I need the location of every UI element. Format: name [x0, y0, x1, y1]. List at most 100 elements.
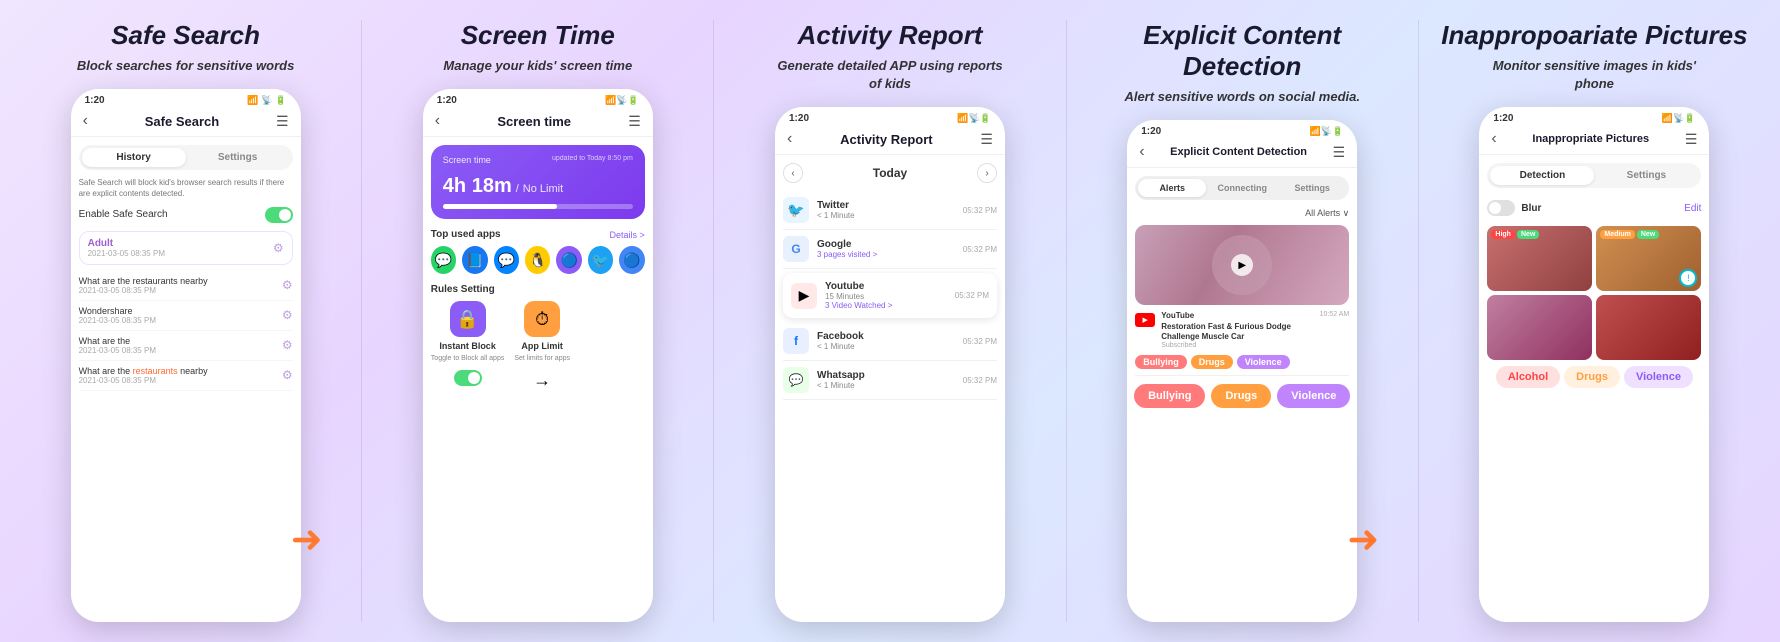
search-item-text: What are the restaurants nearby	[79, 366, 208, 376]
back-button[interactable]: ‹	[435, 112, 440, 130]
tag-violence: Violence	[1237, 355, 1290, 369]
screen-time-desc: Manage your kids' screen time	[443, 57, 632, 75]
back-button[interactable]: ‹	[83, 112, 88, 130]
whatsapp-icon: 💬	[431, 246, 456, 274]
twitter-app-icon: 🐦	[783, 197, 809, 223]
gear-icon[interactable]: ⚙	[273, 241, 284, 255]
rule-name: App Limit	[521, 341, 563, 351]
app-limit-rule: ⏱ App Limit Set limits for apps →	[514, 301, 570, 391]
yt-channel: YouTube	[1161, 311, 1313, 321]
highlight-text: Adult	[88, 238, 165, 249]
status-bar: 1:20 📶 📡 🔋	[71, 89, 301, 108]
safe-search-desc: Block searches for sensitive words	[77, 57, 294, 75]
tab-settings[interactable]: Settings	[1594, 166, 1698, 185]
section-explicit-content: Explicit Content Detection Alert sensiti…	[1067, 20, 1419, 622]
phone-header: ‹ Safe Search ☰	[71, 108, 301, 137]
menu-icon[interactable]: ☰	[1685, 131, 1698, 148]
section-inappropriate-pictures: Inappropoariate Pictures Monitor sensiti…	[1419, 20, 1770, 622]
search-item-text: What are the restaurants nearby	[79, 276, 208, 286]
play-button[interactable]: ▶	[1231, 254, 1253, 276]
activity-report-title: Activity Report	[798, 20, 983, 51]
details-link[interactable]: Details >	[610, 230, 645, 240]
activity-report-desc: Generate detailed APP using reports of k…	[770, 57, 1010, 93]
search-item-time: 2021-03-05 08:35 PM	[79, 346, 156, 355]
no-limit-label: /	[516, 183, 519, 195]
phone-title: Safe Search	[145, 114, 219, 129]
gear-icon[interactable]: ⚙	[282, 278, 293, 292]
video-thumbnail: ▶	[1135, 225, 1349, 305]
screen-time-card: Screen time updated to Today 8:50 pm 4h …	[431, 145, 645, 219]
menu-icon[interactable]: ☰	[276, 113, 289, 130]
gear-icon[interactable]: ⚙	[282, 368, 293, 382]
status-bar: 1:20 📶📡🔋	[775, 107, 1005, 126]
image-cell-3	[1487, 295, 1592, 360]
screen-time-label: Screen time	[443, 155, 491, 165]
sections-container: Safe Search Block searches for sensitive…	[0, 0, 1780, 642]
explicit-content-phone: 1:20 📶📡🔋 ‹ Explicit Content Detection ☰ …	[1127, 120, 1357, 622]
activity-report-phone: 1:20 📶📡🔋 ‹ Activity Report ☰ ‹ Today ›	[775, 107, 1005, 622]
safe-search-toggle[interactable]	[265, 207, 293, 223]
tab-alerts[interactable]: Alerts	[1138, 179, 1206, 197]
arrow-decoration: ➜	[291, 517, 323, 562]
gear-icon[interactable]: ⚙	[282, 338, 293, 352]
bottom-tags: Bullying Drugs Violence	[1135, 375, 1349, 416]
activity-info: Youtube 15 Minutes 3 Video Watched >	[825, 281, 955, 310]
search-item: Wondershare 2021-03-05 08:35 PM ⚙	[79, 301, 293, 331]
prev-arrow[interactable]: ‹	[783, 163, 803, 183]
progress-bar	[443, 204, 633, 209]
activity-item-youtube: ▶ Youtube 15 Minutes 3 Video Watched > 0…	[783, 273, 997, 318]
tab-history[interactable]: History	[82, 148, 186, 167]
explicit-content-title: Explicit Content Detection	[1082, 20, 1403, 82]
qq-icon: 🐧	[525, 246, 550, 274]
back-button[interactable]: ‹	[1491, 130, 1496, 148]
screen-time-title: Screen Time	[461, 20, 615, 51]
ip-bottom-tags: Alcohol Drugs Violence	[1487, 366, 1701, 388]
rules-label: Rules Setting	[431, 284, 645, 295]
ec-tab-bar: Alerts Connecting Settings	[1135, 176, 1349, 200]
youtube-app-icon: ▶	[791, 283, 817, 309]
menu-icon[interactable]: ☰	[1333, 144, 1346, 161]
menu-icon[interactable]: ☰	[628, 113, 641, 130]
phone-body: ‹ Today › 🐦 Twitter < 1 Minute 05:32 PM	[775, 155, 1005, 622]
instant-block-toggle[interactable]	[454, 370, 482, 386]
blur-label: Blur	[1521, 203, 1541, 214]
phone-title: Inappropriate Pictures	[1532, 133, 1649, 145]
back-button[interactable]: ‹	[1139, 143, 1144, 161]
alert-icon: !	[1679, 269, 1697, 287]
facebook-icon: 📘	[462, 246, 487, 274]
safe-search-phone: 1:20 📶 📡 🔋 ‹ Safe Search ☰ History Set	[71, 89, 301, 622]
blur-toggle[interactable]	[1487, 200, 1515, 216]
highlight-time: 2021-03-05 08:35 PM	[88, 249, 165, 258]
badge-high: High	[1491, 230, 1515, 239]
edit-link[interactable]: Edit	[1684, 203, 1701, 214]
gear-icon[interactable]: ⚙	[282, 308, 293, 322]
messenger-icon: 💬	[494, 246, 519, 274]
tab-connecting[interactable]: Connecting	[1208, 179, 1276, 197]
inappropriate-pictures-title: Inappropoariate Pictures	[1441, 20, 1747, 51]
tab-settings[interactable]: Settings	[186, 148, 290, 167]
ip-tag-drugs: Drugs	[1564, 366, 1620, 388]
image-cell-1: High New	[1487, 226, 1592, 291]
menu-icon[interactable]: ☰	[980, 131, 993, 148]
tab-detection[interactable]: Detection	[1490, 166, 1594, 185]
phone-body: Alerts Connecting Settings All Alerts ∨ …	[1127, 168, 1357, 622]
phone-body: History Settings Safe Search will block …	[71, 137, 301, 622]
yt-video-row: ▶ YouTube Restoration Fast & Furious Dod…	[1135, 311, 1349, 349]
phone-header: ‹ Activity Report ☰	[775, 126, 1005, 155]
phone-title: Activity Report	[840, 132, 932, 147]
instant-block-rule: 🔒 Instant Block Toggle to Block all apps	[431, 301, 505, 391]
u-icon: 🔵	[556, 246, 581, 274]
status-bar: 1:20 📶📡🔋	[423, 89, 653, 108]
next-arrow[interactable]: ›	[977, 163, 997, 183]
big-tag-drugs: Drugs	[1211, 384, 1271, 408]
tag-bullying: Bullying	[1135, 355, 1187, 369]
tab-settings[interactable]: Settings	[1278, 179, 1346, 197]
arrow-decoration: ➜	[1347, 517, 1379, 562]
image-cell-2: Medium New !	[1596, 226, 1701, 291]
activity-info: Twitter < 1 Minute	[817, 200, 963, 220]
all-alerts-row: All Alerts ∨	[1135, 208, 1349, 219]
all-alerts-button[interactable]: All Alerts ∨	[1305, 208, 1349, 219]
instant-block-icon: 🔒	[450, 301, 486, 337]
search-item: What are the restaurants nearby 2021-03-…	[79, 361, 293, 391]
back-button[interactable]: ‹	[787, 130, 792, 148]
